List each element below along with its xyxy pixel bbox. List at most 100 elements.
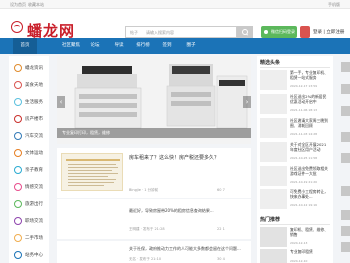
sidebar-item-car[interactable]: 汽车交流 [9,128,49,144]
post-title[interactable]: 房车租来了？这么快！房产税还要多久？ [129,154,219,161]
post-stats: 22 1 [217,227,225,231]
float-tab[interactable] [341,226,350,236]
headline-link[interactable]: 可免费小工程房转让，快来办事处... [290,189,330,199]
work-icon [14,217,22,225]
hot-title: 热门推荐 [260,217,281,223]
search-category-select[interactable]: 帖子 [130,30,138,36]
nav-guide[interactable]: 导读 [107,38,131,54]
sidebar-item-food[interactable]: 美食天地 [9,77,49,93]
headline-link[interactable]: 社区邀请大家周三晚到图、消耗回顾 [290,118,330,128]
post-excerpt[interactable]: 关于社保，政府推动力工作的人可能大多数都会留在这个问题... [129,246,241,252]
search-button[interactable] [237,26,253,38]
sidebar-item-label: 文体运动 [25,151,43,156]
nav-signin[interactable]: 签到 [155,38,179,54]
search-box[interactable]: 帖子 请输入搜索内容 [125,26,237,38]
food-icon [14,81,22,89]
sidebar-item-sport[interactable]: 文体运动 [9,145,49,161]
headline-thumbnail[interactable] [260,70,287,90]
float-tab[interactable] [341,106,350,116]
sidebar-item-travel[interactable]: 旅游出行 [9,196,49,212]
float-tab[interactable] [341,153,350,163]
main-content: 专业复印打印，租赁，维修 ‹ › 房车租来了？这么快！房产税还要多久？ Bing… [57,56,251,263]
headline-thumbnail[interactable] [260,94,287,114]
post-card[interactable]: 房车租来了？这么快！房产税还要多久？ Bingjie · 1 分钟前 60 7 [57,148,251,198]
news-icon [14,64,22,72]
post-stats: 60 7 [217,188,225,192]
headline-thumbnail[interactable] [260,118,287,138]
sidebar-item-label: 站务中心 [25,253,43,258]
post-stats: 30 4 [217,257,225,261]
slider-indicators [209,141,244,144]
search-input[interactable]: 请输入搜索内容 [146,30,174,36]
float-tab[interactable] [341,210,350,220]
set-homepage-link[interactable]: 设为首页 [10,2,26,8]
hot-link[interactable]: 复印机、租赁、维修、销售 [290,227,330,237]
post-author: Bingjie · 1 分钟前 [129,188,159,192]
page: 设为首页 收藏本站 手机版 蟠龙网 帖子 请输入搜索内容 微信扫码登录 登录 |… [0,0,350,263]
sidebar-item-news[interactable]: 蟠龙资讯 [9,60,49,76]
login-register-link[interactable]: 登录 | 立即注册 [313,29,344,35]
slider-prev-button[interactable]: ‹ [57,96,65,108]
float-tab[interactable] [341,84,350,94]
wechat-icon [264,30,268,34]
sidebar-item-admin[interactable]: 站务中心 [9,247,49,263]
divider [260,224,330,225]
sidebar-item-label: 汽车交流 [25,134,43,139]
sidebar-item-label: 生活服务 [25,100,43,105]
headline-thumbnail[interactable] [260,189,287,209]
post-excerpt[interactable]: 最近好，导致房屋带20%的租房信息查询结果... [129,208,214,214]
divider [260,67,330,68]
hot-thumbnail[interactable] [260,227,287,247]
sidebar-item-market[interactable]: 二手市场 [9,230,49,246]
post-author: 无名 · 发布于 21:10 [129,257,162,261]
float-tab[interactable] [341,242,350,252]
post-card[interactable]: 关于社保，政府推动力工作的人可能大多数都会留在这个问题... 无名 · 发布于 … [57,241,251,263]
headline-date: 2021-10-19 21:20 [290,180,318,184]
nav-circles[interactable]: 圈子 [179,38,203,54]
hot-link[interactable]: 专业复印租赁 [290,249,330,254]
wechat-login-button[interactable]: 微信扫码登录 [261,26,297,38]
sidebar-item-work[interactable]: 职场交流 [9,213,49,229]
dragon-logo-icon[interactable] [11,21,23,33]
right-column: 精选头条 第一手，专业复印机、租赁一站式服务 2024-12-17 13:59 … [257,56,333,263]
nav-forum[interactable]: 论坛 [83,38,107,54]
headline-date: 2024-12-17 13:59 [290,84,318,88]
headline-thumbnail[interactable] [260,142,287,162]
hot-date: 2024-12-13 [290,241,308,245]
headline-date: 2021-10-12 19:16 [290,203,318,207]
hot-thumbnail[interactable] [260,249,287,263]
float-tab[interactable] [341,132,350,142]
sidebar-item-service[interactable]: 生活服务 [9,94,49,110]
sidebar-item-label: 美食天地 [25,83,43,88]
image-slider[interactable]: 专业复印打印，租赁，维修 ‹ › [57,56,251,144]
sidebar-item-heart[interactable]: 情感交流 [9,179,49,195]
sidebar-item-house[interactable]: 房产楼市 [9,111,49,127]
sidebar-item-label: 旅游出行 [25,202,43,207]
float-tab[interactable] [341,62,350,72]
headline-link[interactable]: 社区送出免费领取相关游戏证件一大批 [290,166,330,176]
nav-community[interactable]: 社区聚焦 [59,38,83,54]
main-nav: 首页 社区聚焦 论坛 导读 排行榜 签到 圈子 [0,38,350,54]
headline-link[interactable]: 社区送出2%的新居民优惠活动开启中 [290,94,330,104]
mobile-version-link[interactable]: 手机版 [328,2,340,8]
headline-link[interactable]: 第一手，专业复印机、租赁一站式服务 [290,70,330,80]
quick-login-button[interactable] [300,26,310,38]
headline-date: 2021-11-03 14:28 [290,132,318,136]
car-icon [14,132,22,140]
nav-home[interactable]: 首页 [13,38,37,54]
sidebar-item-label: 蟠龙资讯 [25,66,43,71]
bookmark-link[interactable]: 收藏本站 [28,2,44,8]
travel-icon [14,200,22,208]
market-icon [14,234,22,242]
nav-ranking[interactable]: 排行榜 [131,38,155,54]
float-tab[interactable] [341,186,350,196]
headline-link[interactable]: 关于对全区开展2021年度社区用户活动 [290,142,330,152]
sidebar-item-label: 亲子教育 [25,168,43,173]
headline-thumbnail[interactable] [260,166,287,186]
admin-icon [14,251,22,259]
post-card[interactable]: 最近好，导致房屋带20%的租房信息查询结果... 王明建 · 发布于 21:28… [57,199,251,239]
sidebar-item-edu[interactable]: 亲子教育 [9,162,49,178]
post-thumbnail[interactable] [61,153,123,191]
slider-caption[interactable]: 专业复印打印，租赁，维修 [57,128,251,138]
slider-next-button[interactable]: › [243,96,251,108]
